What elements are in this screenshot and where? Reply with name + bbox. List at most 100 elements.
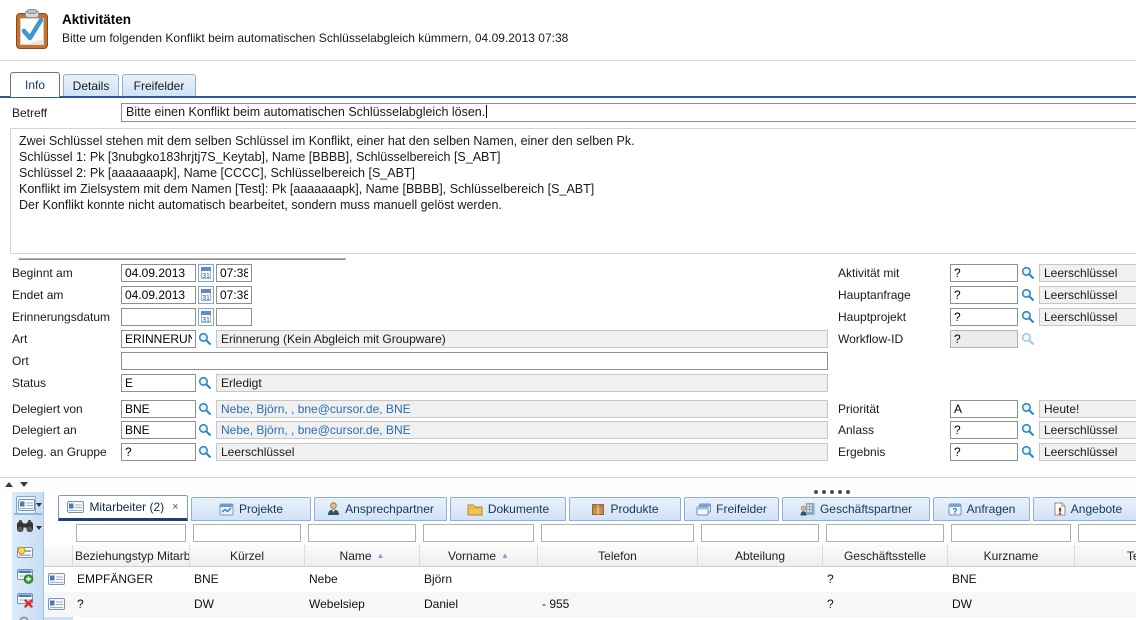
beginnt-am-time-input[interactable] bbox=[216, 264, 252, 282]
filter-abteilung-input[interactable] bbox=[701, 524, 819, 542]
cell-geschaeftsstelle: ? bbox=[823, 592, 948, 617]
tab-dokumente[interactable]: Dokumente bbox=[450, 497, 566, 521]
endet-am-time-input[interactable] bbox=[216, 286, 252, 304]
filter-vorname-input[interactable] bbox=[423, 524, 534, 542]
tab-close-icon[interactable]: × bbox=[172, 501, 178, 513]
aktivitaet-mit-lookup-button[interactable] bbox=[1020, 264, 1036, 282]
aktivitaet-mit-code-input[interactable] bbox=[950, 264, 1018, 282]
hauptprojekt-code-input[interactable] bbox=[950, 308, 1018, 326]
question-window-icon: ? bbox=[948, 503, 962, 516]
deleg-an-gruppe-code-input[interactable] bbox=[121, 443, 196, 461]
calendar-icon: 31 bbox=[199, 317, 213, 324]
hauptprojekt-lookup-button[interactable] bbox=[1020, 308, 1036, 326]
column-header-abteilung[interactable]: Abteilung bbox=[698, 545, 823, 567]
endet-am-calendar-button[interactable]: 31 bbox=[198, 286, 214, 304]
toolbar-separator bbox=[14, 513, 42, 515]
column-header-telefon[interactable]: Telefon bbox=[538, 545, 698, 567]
record-card-dropdown-icon[interactable] bbox=[36, 503, 42, 507]
ergebnis-lookup-button[interactable] bbox=[1020, 443, 1036, 461]
splitter-collapse-down-icon[interactable] bbox=[20, 482, 28, 487]
splitter-grip-dots[interactable] bbox=[812, 483, 852, 497]
deleg-an-gruppe-lookup-button[interactable] bbox=[197, 443, 213, 461]
tab-dokumente-label: Dokumente bbox=[488, 502, 549, 516]
filter-telefon-input[interactable] bbox=[541, 524, 694, 542]
filter-kurzname-input[interactable] bbox=[951, 524, 1071, 542]
record-card-button[interactable] bbox=[16, 496, 36, 514]
package-icon bbox=[591, 502, 605, 516]
workflow-id-input bbox=[950, 330, 1018, 348]
page-title: Aktivitäten bbox=[62, 12, 131, 27]
table-row[interactable]: EMPFÄNGER BNE Nebe Björn ? BNE bbox=[44, 567, 1136, 592]
tab-projekte[interactable]: Projekte bbox=[191, 497, 311, 521]
filter-geschaeftsstelle-input[interactable] bbox=[826, 524, 944, 542]
delegiert-von-lookup-button[interactable] bbox=[197, 400, 213, 418]
delegiert-von-code-input[interactable] bbox=[121, 400, 196, 418]
tab-details[interactable]: Details bbox=[63, 74, 119, 97]
binoculars-icon bbox=[16, 519, 34, 534]
cell-telefon bbox=[538, 567, 698, 592]
filter-tel-input[interactable] bbox=[1078, 524, 1136, 542]
column-header-vorname[interactable]: Vorname▲ bbox=[420, 545, 538, 567]
cell-tel bbox=[1075, 592, 1136, 617]
tab-angebote[interactable]: Angebote bbox=[1033, 497, 1136, 521]
folder-icon bbox=[467, 503, 483, 516]
table-row[interactable]: ? DW Webelsiep Daniel - 955 ? DW bbox=[44, 592, 1136, 617]
splitter-collapse-up-icon[interactable] bbox=[5, 482, 13, 487]
art-code-input[interactable] bbox=[121, 330, 196, 348]
search-dropdown-icon[interactable] bbox=[36, 526, 42, 530]
card-remove-button[interactable] bbox=[16, 592, 36, 610]
cell-name: Nebe bbox=[305, 567, 420, 592]
tab-freifelder[interactable]: Freifelder bbox=[684, 497, 779, 521]
endet-am-date-input[interactable] bbox=[121, 286, 196, 304]
beginnt-am-calendar-button[interactable]: 31 bbox=[198, 264, 214, 282]
ort-input[interactable] bbox=[121, 352, 828, 370]
status-code-input[interactable] bbox=[121, 374, 196, 392]
hauptanfrage-lookup-button[interactable] bbox=[1020, 286, 1036, 304]
tab-produkte[interactable]: Produkte bbox=[569, 497, 681, 521]
art-lookup-button[interactable] bbox=[197, 330, 213, 348]
tab-ansprechpartner[interactable]: Ansprechpartner bbox=[314, 497, 447, 521]
tab-mitarbeiter[interactable]: Mitarbeiter (2) × bbox=[58, 495, 188, 521]
filter-beziehungstyp-input[interactable] bbox=[76, 524, 186, 542]
aktivitaet-mit-display: Leerschlüssel bbox=[1039, 264, 1136, 282]
beginnt-am-date-input[interactable] bbox=[121, 264, 196, 282]
ergebnis-display: Leerschlüssel bbox=[1039, 443, 1136, 461]
card-add-button[interactable] bbox=[16, 568, 36, 586]
tab-geschaeftspartner[interactable]: Geschäftspartner bbox=[782, 497, 930, 521]
anlass-lookup-button[interactable] bbox=[1020, 421, 1036, 439]
column-header-kurzname[interactable]: Kurzname bbox=[948, 545, 1075, 567]
betreff-input[interactable]: Bitte einen Konflikt beim automatischen … bbox=[121, 103, 1136, 122]
card-lightbulb-button[interactable] bbox=[16, 544, 36, 562]
cell-beziehungstyp: EMPFÄNGER bbox=[73, 567, 190, 592]
cell-abteilung bbox=[698, 592, 823, 617]
column-header-beziehungstyp[interactable]: Beziehungstyp Mitarbe bbox=[73, 545, 190, 567]
magnifier-icon bbox=[1021, 402, 1035, 416]
column-header-geschaeftsstelle[interactable]: Geschäftsstelle bbox=[823, 545, 948, 567]
ergebnis-code-input[interactable] bbox=[950, 443, 1018, 461]
tab-freifelder[interactable]: Freifelder bbox=[122, 74, 196, 97]
column-header-tel[interactable]: Tel bbox=[1075, 545, 1136, 567]
tab-geschaeftspartner-label: Geschäftspartner bbox=[820, 502, 912, 516]
prioritaet-lookup-button[interactable] bbox=[1020, 400, 1036, 418]
filter-kuerzel-input[interactable] bbox=[193, 524, 301, 542]
column-header-kuerzel[interactable]: Kürzel bbox=[190, 545, 305, 567]
lock-button[interactable] bbox=[16, 614, 36, 620]
delegiert-an-lookup-button[interactable] bbox=[197, 421, 213, 439]
activity-window: Aktivitäten Bitte um folgenden Konflikt … bbox=[0, 0, 1136, 620]
splitter-handle[interactable] bbox=[0, 478, 1136, 492]
anlass-code-input[interactable] bbox=[950, 421, 1018, 439]
description-box[interactable]: Zwei Schlüssel stehen mit dem selben Sch… bbox=[10, 128, 1136, 254]
tab-anfragen[interactable]: ? Anfragen bbox=[933, 497, 1030, 521]
erinnerungsdatum-calendar-button[interactable]: 31 bbox=[198, 308, 214, 326]
prioritaet-code-input[interactable] bbox=[950, 400, 1018, 418]
tab-info[interactable]: Info bbox=[10, 72, 60, 97]
filter-name-input[interactable] bbox=[308, 524, 416, 542]
erinnerungsdatum-date-input[interactable] bbox=[121, 308, 196, 326]
status-lookup-button[interactable] bbox=[197, 374, 213, 392]
hauptanfrage-code-input[interactable] bbox=[950, 286, 1018, 304]
card-add-icon bbox=[16, 568, 34, 584]
delegiert-an-code-input[interactable] bbox=[121, 421, 196, 439]
search-binoculars-button[interactable] bbox=[16, 519, 36, 537]
erinnerungsdatum-time-input[interactable] bbox=[216, 308, 252, 326]
column-header-name[interactable]: Name▲ bbox=[305, 545, 420, 567]
